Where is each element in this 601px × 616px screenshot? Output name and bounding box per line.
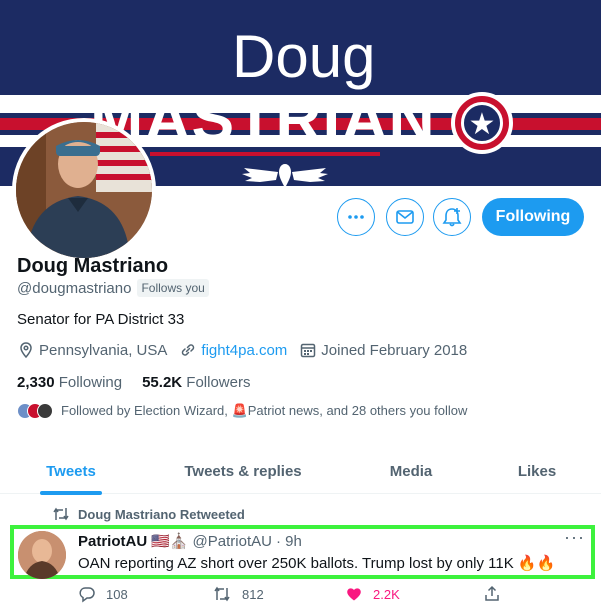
website[interactable]: fight4pa.com xyxy=(179,341,287,359)
tweet-time[interactable]: · 9h xyxy=(276,533,302,550)
followed-by-avatars xyxy=(17,403,53,419)
profile-handle: @dougmastriano xyxy=(17,279,132,297)
following-button[interactable]: Following xyxy=(482,198,584,236)
location-text: Pennsylvania, USA xyxy=(39,341,168,359)
more-icon xyxy=(348,215,364,219)
tweet-header: PatriotAU 🇺🇸⛪ @PatriotAU · 9h xyxy=(78,532,302,551)
like-count: 2.2K xyxy=(373,586,400,602)
heart-icon xyxy=(347,588,361,601)
banner-title-line2: MASTRIAN xyxy=(90,83,436,155)
website-link[interactable]: fight4pa.com xyxy=(201,342,287,359)
message-button[interactable] xyxy=(386,198,424,236)
tab-tweets[interactable]: Tweets xyxy=(40,448,102,495)
star-icon: ★ xyxy=(468,108,496,141)
retweet-icon xyxy=(214,586,230,602)
reply-button[interactable]: 108 xyxy=(78,585,128,603)
tab-media[interactable]: Media xyxy=(378,448,444,494)
banner-star-badge: ★ xyxy=(451,92,513,154)
profile-name: Doug Mastriano xyxy=(17,255,169,277)
eagle-icon xyxy=(242,164,328,186)
followers-label: Followers xyxy=(186,374,251,391)
like-button[interactable]: 2.2K xyxy=(345,585,400,603)
tab-label: Media xyxy=(389,462,433,480)
following-count-link[interactable]: 2,330 Following xyxy=(17,374,122,391)
location: Pennsylvania, USA xyxy=(17,341,167,359)
join-date-text: Joined February 2018 xyxy=(321,341,468,359)
avatar-photo xyxy=(16,122,152,258)
tweet-author-emoji: 🇺🇸⛪ xyxy=(151,533,189,550)
reply-icon xyxy=(79,587,95,603)
follow-counts: 2,330 Following 55.2K Followers xyxy=(17,374,250,391)
avatar-photo xyxy=(18,531,66,579)
profile-meta: Pennsylvania, USA fight4pa.com Joined Fe… xyxy=(17,341,479,359)
followed-by[interactable]: Followed by Election Wizard, 🚨Patriot ne… xyxy=(17,403,467,419)
retweeted-by[interactable]: Doug Mastriano Retweeted xyxy=(78,507,245,522)
avatar xyxy=(37,403,53,419)
tab-likes[interactable]: Likes xyxy=(508,448,566,494)
following-count: 2,330 xyxy=(17,374,55,391)
profile-avatar[interactable] xyxy=(12,118,156,262)
location-pin-icon xyxy=(20,342,32,359)
followers-count-link[interactable]: 55.2K Followers xyxy=(142,374,250,391)
more-button[interactable] xyxy=(337,198,375,236)
bell-plus-icon xyxy=(442,208,462,227)
tweet-more-icon[interactable]: ··· xyxy=(564,527,585,548)
share-button[interactable] xyxy=(483,585,501,603)
tab-label: Tweets & replies xyxy=(184,462,302,480)
link-icon xyxy=(182,344,195,356)
tweet-text: OAN reporting AZ short over 250K ballots… xyxy=(78,555,556,572)
notifications-button[interactable] xyxy=(433,198,471,236)
followers-count: 55.2K xyxy=(142,374,183,391)
followed-by-text: Followed by Election Wizard, 🚨Patriot ne… xyxy=(61,403,468,418)
retweet-icon xyxy=(53,507,69,521)
retweet-count: 812 xyxy=(242,586,264,602)
tab-label: Tweets xyxy=(46,462,96,480)
share-icon xyxy=(485,585,499,601)
tweet-author-avatar[interactable] xyxy=(18,531,66,579)
calendar-icon xyxy=(301,343,316,358)
following-label: Following xyxy=(58,374,123,391)
mail-icon xyxy=(396,210,414,224)
tab-tweets-and-replies[interactable]: Tweets & replies xyxy=(172,448,314,494)
tweet-author-name[interactable]: PatriotAU xyxy=(78,533,147,550)
banner-title-line1: Doug xyxy=(232,23,376,90)
tweet-author-handle[interactable]: @PatriotAU xyxy=(193,533,272,550)
retweet-button[interactable]: 812 xyxy=(212,585,264,603)
active-tab-indicator xyxy=(40,491,102,495)
join-date: Joined February 2018 xyxy=(299,341,467,359)
handle-row: @dougmastriano Follows you xyxy=(17,279,209,297)
profile-tabs: Tweets Tweets & replies Media Likes xyxy=(0,448,601,495)
profile-bio: Senator for PA District 33 xyxy=(17,311,185,328)
tab-label: Likes xyxy=(517,462,557,480)
reply-count: 108 xyxy=(106,586,128,602)
follows-you-badge: Follows you xyxy=(137,279,209,297)
